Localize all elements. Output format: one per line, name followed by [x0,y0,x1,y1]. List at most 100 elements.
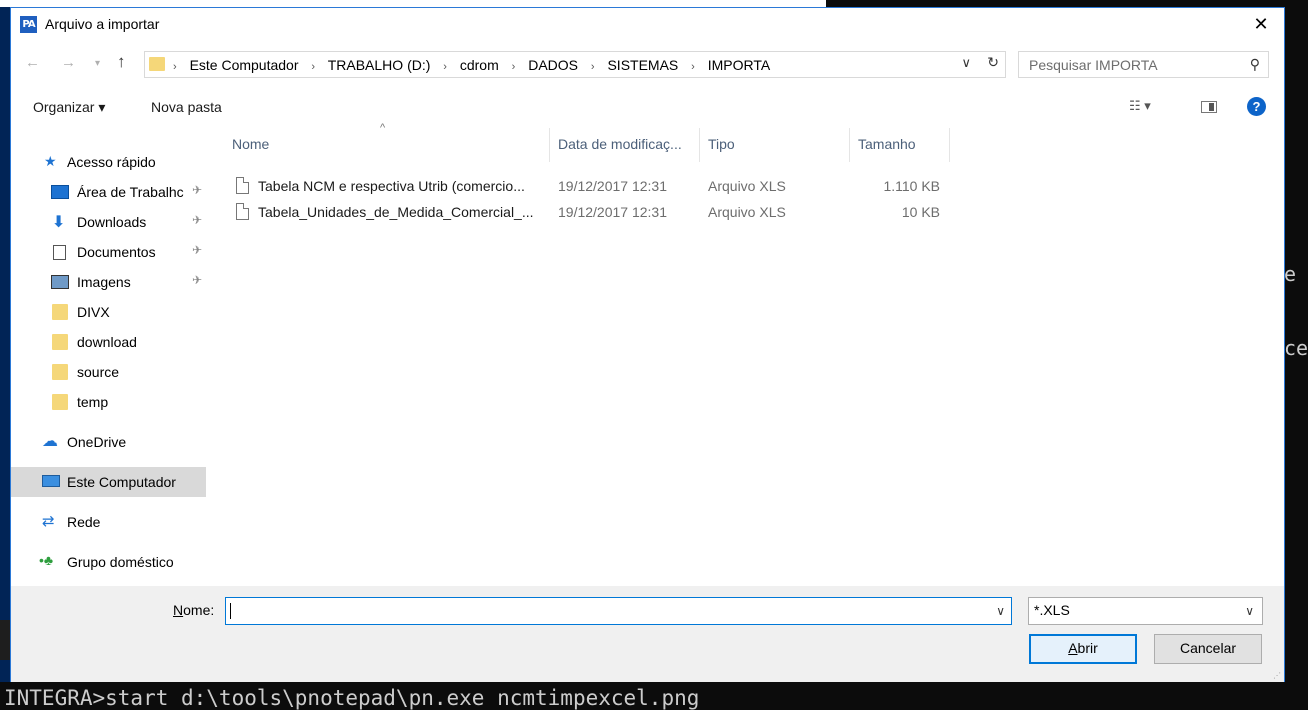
sidebar-item-divx[interactable]: DIVX [11,297,206,327]
sidebar-item-downloads[interactable]: ⬇ Downloads ✈ [11,207,206,237]
organize-menu-button[interactable]: Organizar ▾ [33,99,105,116]
sidebar-item-label: download [77,334,137,350]
breadcrumb-item[interactable]: TRABALHO (D:) [328,57,431,73]
file-row[interactable]: Tabela NCM e respectiva Utrib (comercio.… [230,174,960,200]
up-arrow-icon[interactable]: ↑ [117,52,126,72]
chevron-right-icon[interactable]: › [582,61,604,73]
breadcrumb-item[interactable]: SISTEMAS [607,57,678,73]
sidebar-item-label: Este Computador [67,474,176,490]
chevron-right-icon[interactable]: › [434,61,456,73]
breadcrumb-item[interactable]: cdrom [460,57,499,73]
breadcrumb-item[interactable]: DADOS [528,57,578,73]
file-name-label: Nome: [173,602,214,618]
dialog-footer: Nome: ∨ *.XLS ∨ Abrir Cancelar ⋰ [11,586,1284,682]
sidebar-item-this-pc[interactable]: Este Computador [11,467,206,497]
help-icon[interactable]: ? [1247,97,1266,116]
sidebar-item-label: Rede [67,514,101,530]
search-input[interactable] [1027,55,1231,75]
refresh-icon[interactable]: ↻ [987,54,999,71]
forward-arrow-icon[interactable]: → [61,54,76,71]
cloud-icon: ☁ [42,433,58,450]
dialog-title: Arquivo a importar [45,16,160,32]
sidebar-item-network[interactable]: ⇄ Rede [11,507,206,537]
label-accelerator: N [173,602,184,618]
recent-locations-chevron-icon[interactable]: ▾ [95,58,100,69]
title-bar: PA Arquivo a importar ✕ [11,8,1284,41]
console-top-strip-dark [826,0,1308,7]
column-header-name[interactable]: ^ Nome [230,122,550,162]
homegroup-icon: •♣ [39,552,54,568]
preview-pane-icon[interactable] [1201,101,1217,113]
address-dropdown-chevron-icon[interactable]: ∨ [961,55,971,71]
sidebar-item-label: Downloads [77,214,147,230]
file-name-combobox: ∨ [225,597,1012,625]
button-accelerator: A [1068,640,1078,656]
file-size: 10 KB [901,204,940,220]
sidebar-item-images[interactable]: Imagens ✈ [11,267,206,297]
breadcrumb-item[interactable]: IMPORTA [708,57,771,73]
label-text: ome: [183,602,215,618]
back-arrow-icon[interactable]: ← [25,54,40,71]
sidebar-item-quick-access[interactable]: ★ Acesso rápido [11,147,206,177]
column-header-type[interactable]: Tipo [700,128,850,162]
search-box: ⚲ [1018,51,1269,78]
chevron-right-icon[interactable]: › [302,61,324,73]
column-header-label: Tamanho [858,136,916,152]
chevron-right-icon[interactable]: › [503,61,525,73]
images-icon [51,275,69,289]
open-button[interactable]: Abrir [1029,634,1137,664]
sidebar-item-label: Área de Trabalhc [77,184,184,200]
sidebar-item-documents[interactable]: Documentos ✈ [11,237,206,267]
sidebar-item-label: DIVX [77,304,110,320]
file-name-input[interactable] [229,602,979,620]
button-label: brir [1077,640,1098,656]
console-text-fragment: e [1284,262,1297,286]
sidebar-item-temp[interactable]: temp [11,387,206,417]
console-command-line: INTEGRA>start d:\tools\pnotepad\pn.exe n… [4,686,700,710]
file-type-filter-select[interactable]: *.XLS ∨ [1028,597,1263,625]
file-type: Arquivo XLS [708,178,786,194]
sidebar-item-desktop[interactable]: Área de Trabalhc ✈ [11,177,206,207]
document-icon [53,245,66,260]
file-size: 1.110 KB [883,178,940,194]
console-text-fragment: ce [1284,336,1308,360]
file-icon [236,177,249,194]
chevron-down-icon[interactable]: ∨ [996,604,1005,618]
sidebar-item-source[interactable]: source [11,357,206,387]
pin-icon: ✈ [191,243,202,257]
sidebar-item-download[interactable]: download [11,327,206,357]
pin-icon: ✈ [191,213,202,227]
console-side-panel [0,7,10,682]
file-type-filter-value: *.XLS [1034,602,1070,618]
file-type: Arquivo XLS [708,204,786,220]
column-header-label: Nome [232,136,270,152]
desktop-icon [51,185,69,199]
pin-icon: ✈ [191,183,202,197]
breadcrumb-item[interactable]: Este Computador [190,57,299,73]
column-header-modified[interactable]: Data de modificaç... [550,128,700,162]
sidebar-item-label: Acesso rápido [67,154,156,170]
console-side-panel-dark [0,620,10,660]
cancel-button[interactable]: Cancelar [1154,634,1262,664]
file-icon [236,203,249,220]
sidebar-item-homegroup[interactable]: •♣ Grupo doméstico [11,547,206,577]
file-list: ^ Nome Data de modificaç... Tipo Tamanho… [230,122,1280,583]
sidebar-item-label: Documentos [77,244,156,260]
column-header-label: Data de modificaç... [558,136,682,152]
new-folder-button[interactable]: Nova pasta [151,99,222,115]
sidebar-item-onedrive[interactable]: ☁ OneDrive [11,427,206,457]
file-row[interactable]: Tabela_Unidades_de_Medida_Comercial_... … [230,200,960,226]
sidebar-item-label: Grupo doméstico [67,554,174,570]
network-icon: ⇄ [42,513,55,530]
close-button[interactable]: ✕ [1238,8,1284,41]
resize-grip-icon[interactable]: ⋰ [1273,671,1282,680]
search-icon[interactable]: ⚲ [1250,56,1260,73]
file-open-dialog: PA Arquivo a importar ✕ ← → ▾ ↑ › Este C… [10,7,1285,682]
address-bar[interactable]: › Este Computador › TRABALHO (D:) › cdro… [144,51,1006,78]
chevron-down-icon: ∨ [1245,604,1254,618]
change-view-icon[interactable]: ☷ ▾ [1129,98,1151,114]
column-header-size[interactable]: Tamanho [850,128,950,162]
folder-icon [52,364,68,380]
chevron-right-icon[interactable]: › [682,61,704,73]
pin-icon: ✈ [191,273,202,287]
